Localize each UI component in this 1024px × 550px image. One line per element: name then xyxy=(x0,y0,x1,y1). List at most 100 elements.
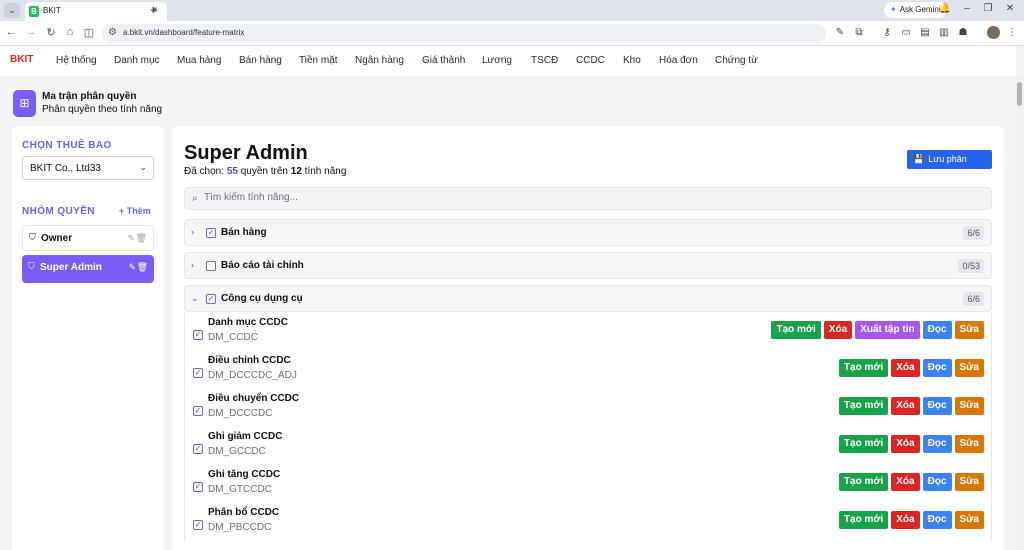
group-name: Bán hàng xyxy=(221,227,267,238)
trash-icon[interactable]: 🗑 xyxy=(137,262,148,273)
app-nav: BKIT Hệ thống Danh mục Mua hàng Bán hàng… xyxy=(0,46,1016,76)
role-item-owner[interactable]: ⛉ Owner ✎ 🗑 xyxy=(22,225,154,251)
feature-checkbox[interactable]: ✓ xyxy=(193,444,203,454)
pen-icon[interactable]: ✎ xyxy=(833,27,847,38)
reload-icon[interactable]: ↻ xyxy=(44,26,58,39)
action-read[interactable]: Đọc xyxy=(922,321,952,339)
tenant-select[interactable]: BKIT Co., Ltd33 ⌄ xyxy=(22,156,154,180)
action-create[interactable]: Tạo mới xyxy=(771,321,821,339)
key-icon[interactable]: ⚷ xyxy=(880,27,894,38)
feature-checkbox[interactable]: ✓ xyxy=(193,482,203,492)
save-permissions-button[interactable]: 💾 Lưu phân quyền xyxy=(907,150,992,183)
action-delete[interactable]: Xóa xyxy=(891,397,920,415)
shield-icon: ⛉ xyxy=(29,232,36,242)
group-checkbox[interactable]: ✓ xyxy=(206,228,216,238)
action-create[interactable]: Tạo mới xyxy=(838,511,889,529)
action-read[interactable]: Đọc xyxy=(922,473,952,491)
page-subtitle: Phân quyền theo tính năng xyxy=(42,104,163,115)
page-scrollbar[interactable] xyxy=(1016,76,1024,550)
menu-gia-thanh[interactable]: Giá thành xyxy=(422,55,465,66)
action-read[interactable]: Đọc xyxy=(922,435,952,453)
group-bao-cao-tai-chinh[interactable]: › Báo cáo tài chính 0/53 xyxy=(184,252,992,279)
menu-kho[interactable]: Kho xyxy=(623,55,641,66)
menu-he-thong[interactable]: Hệ thống xyxy=(56,55,97,66)
back-icon[interactable]: ← xyxy=(4,26,18,38)
more-menu-icon[interactable]: ⋮ xyxy=(1005,27,1019,38)
pencil-icon[interactable]: ✎ xyxy=(127,233,135,244)
bug-icon[interactable]: ☗ xyxy=(956,27,970,38)
add-role-button[interactable]: + Thêm xyxy=(119,206,151,216)
menu-luong[interactable]: Lương xyxy=(482,55,512,66)
browser-tab[interactable]: B BKIT ✕ xyxy=(25,2,167,21)
menu-ngan-hang[interactable]: Ngân hàng xyxy=(355,55,404,66)
action-edit[interactable]: Sửa xyxy=(954,397,984,415)
reader-icon[interactable]: ▤ xyxy=(918,27,932,38)
action-edit[interactable]: Sửa xyxy=(954,511,984,529)
home-icon[interactable]: ⌂ xyxy=(63,26,77,38)
action-edit[interactable]: Sửa xyxy=(954,435,984,453)
menu-ban-hang[interactable]: Bán hàng xyxy=(239,55,282,66)
menu-tien-mat[interactable]: Tiền mặt xyxy=(299,55,338,66)
role-item-super-admin[interactable]: ⛉ Super Admin ✎ 🗑 xyxy=(22,255,154,283)
bell-icon[interactable]: 🔔 xyxy=(938,3,952,14)
search-icon: ⌕ xyxy=(192,193,198,204)
card-icon[interactable]: ▭ xyxy=(899,27,913,38)
side-panel-icon[interactable]: ◫ xyxy=(82,26,96,39)
address-bar[interactable]: ⚙ a.bkit.vn/dashboard/feature-matrix xyxy=(102,24,826,43)
chevron-down-icon: ⌄ xyxy=(139,162,147,172)
action-delete[interactable]: Xóa xyxy=(823,321,853,339)
tab-search-icon[interactable]: ⌄ xyxy=(4,3,20,18)
extensions-icon[interactable]: ⧉ xyxy=(852,27,866,38)
action-create[interactable]: Tạo mới xyxy=(838,359,889,377)
trash-icon[interactable]: 🗑 xyxy=(136,233,147,244)
action-export[interactable]: Xuất tập tin xyxy=(855,321,920,339)
scroll-thumb[interactable] xyxy=(1017,82,1022,106)
menu-tscd[interactable]: TSCĐ xyxy=(531,55,558,66)
group-ban-hang[interactable]: › ✓ Bán hàng 6/6 xyxy=(184,219,992,246)
action-read[interactable]: Đọc xyxy=(922,397,952,415)
chevron-right-icon[interactable]: › xyxy=(191,227,194,237)
search-input[interactable] xyxy=(204,192,964,203)
forward-icon[interactable]: → xyxy=(24,26,38,38)
menu-mua-hang[interactable]: Mua hàng xyxy=(177,55,221,66)
action-edit[interactable]: Sửa xyxy=(954,321,984,339)
feature-row: ✓ Phân bổ CCDC DM_PBCCDC Tạo mới Xóa Đọc… xyxy=(184,503,992,541)
chevron-right-icon[interactable]: › xyxy=(191,260,194,270)
pencil-icon[interactable]: ✎ xyxy=(128,262,136,273)
site-info-icon[interactable]: ⚙ xyxy=(108,27,117,38)
group-count-badge: 6/6 xyxy=(963,226,984,240)
minimize-icon[interactable]: – xyxy=(960,3,974,14)
feature-checkbox[interactable]: ✓ xyxy=(193,406,203,416)
profile-avatar[interactable] xyxy=(987,26,1000,39)
feature-count: 12 xyxy=(290,166,302,177)
tab-group-icon[interactable]: ▥ xyxy=(937,27,951,38)
feature-checkbox[interactable]: ✓ xyxy=(193,368,203,378)
action-delete[interactable]: Xóa xyxy=(891,511,920,529)
action-edit[interactable]: Sửa xyxy=(954,359,984,377)
group-cong-cu-dung-cu[interactable]: ⌄ ✓ Công cụ dụng cụ 6/6 xyxy=(184,285,992,312)
menu-hoa-don[interactable]: Hóa đơn xyxy=(659,55,698,66)
action-delete[interactable]: Xóa xyxy=(891,435,920,453)
brand-logo[interactable]: BKIT xyxy=(10,54,33,65)
close-window-icon[interactable]: ✕ xyxy=(1003,3,1017,14)
action-delete[interactable]: Xóa xyxy=(891,359,920,377)
new-tab-icon[interactable]: + xyxy=(150,2,158,17)
action-create[interactable]: Tạo mới xyxy=(838,435,889,453)
group-checkbox[interactable] xyxy=(206,261,216,271)
action-create[interactable]: Tạo mới xyxy=(838,397,889,415)
feature-checkbox[interactable]: ✓ xyxy=(193,520,203,530)
menu-chung-tu[interactable]: Chứng từ xyxy=(715,55,758,66)
group-checkbox[interactable]: ✓ xyxy=(206,294,216,304)
menu-danh-muc[interactable]: Danh mục xyxy=(114,55,160,66)
feature-code: DM_CCDC xyxy=(208,332,258,343)
restore-icon[interactable]: ❐ xyxy=(981,3,995,14)
action-delete[interactable]: Xóa xyxy=(891,473,920,491)
role-title: Super Admin xyxy=(184,142,308,164)
menu-ccdc[interactable]: CCDC xyxy=(576,55,605,66)
action-read[interactable]: Đọc xyxy=(922,359,952,377)
action-edit[interactable]: Sửa xyxy=(954,473,984,491)
chevron-down-icon[interactable]: ⌄ xyxy=(191,293,199,304)
action-read[interactable]: Đọc xyxy=(922,511,952,529)
feature-checkbox[interactable]: ✓ xyxy=(193,330,203,340)
action-create[interactable]: Tạo mới xyxy=(838,473,889,491)
